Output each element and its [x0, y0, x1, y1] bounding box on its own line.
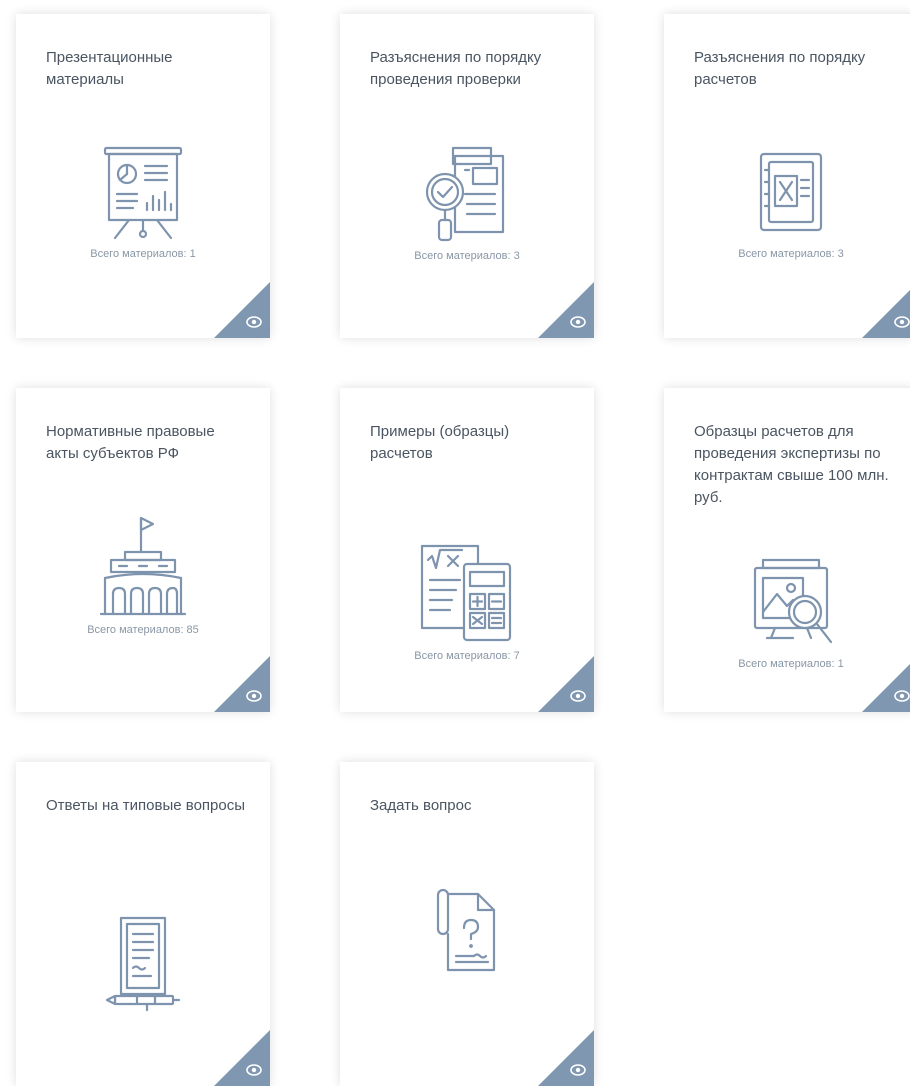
- view-corner-button[interactable]: [214, 282, 270, 338]
- image-magnifier-icon: [664, 556, 910, 652]
- formula-calculator-icon: [340, 542, 594, 644]
- card-title: Презентационные материалы: [46, 49, 173, 88]
- materials-count: Всего материалов: 85: [87, 624, 199, 636]
- card-calculation-examples[interactable]: Примеры (образцы) расчетов Всего материа…: [340, 388, 594, 712]
- card-ask-question[interactable]: Задать вопрос: [340, 762, 594, 1086]
- question-scroll-icon: [340, 884, 594, 980]
- document-pen-icon: [16, 914, 270, 1014]
- card-title: Нормативные правовые акты субъектов РФ: [46, 423, 215, 462]
- government-building-flag-icon: [16, 512, 270, 622]
- document-magnifier-check-icon: [340, 144, 594, 248]
- view-corner-button[interactable]: [862, 656, 910, 712]
- materials-count: Всего материалов: 3: [414, 250, 520, 262]
- card-presentation-materials[interactable]: Презентационные материалы Всего материал…: [16, 14, 270, 338]
- card-title: Образцы расчетов для проведения эксперти…: [694, 423, 889, 506]
- view-corner-button[interactable]: [538, 656, 594, 712]
- presentation-board-icon: [16, 142, 270, 242]
- card-inspection-procedure-explanations[interactable]: Разъяснения по порядку проведения провер…: [340, 14, 594, 338]
- view-corner-button[interactable]: [538, 1030, 594, 1086]
- view-corner-button[interactable]: [214, 1030, 270, 1086]
- card-title: Разъяснения по порядку расчетов: [694, 49, 866, 88]
- materials-count: Всего материалов: 3: [738, 248, 844, 260]
- card-title: Разъяснения по порядку проведения провер…: [370, 49, 542, 88]
- card-title: Задать вопрос: [370, 797, 472, 814]
- card-calculation-procedure-explanations[interactable]: Разъяснения по порядку расчетов Всего ма…: [664, 14, 910, 338]
- card-expertise-calculation-samples[interactable]: Образцы расчетов для проведения эксперти…: [664, 388, 910, 712]
- view-corner-button[interactable]: [214, 656, 270, 712]
- view-corner-button[interactable]: [862, 282, 910, 338]
- excel-file-icon: [664, 150, 910, 234]
- card-title: Ответы на типовые вопросы: [46, 797, 245, 814]
- card-typical-questions-answers[interactable]: Ответы на типовые вопросы: [16, 762, 270, 1086]
- card-regional-legal-acts[interactable]: Нормативные правовые акты субъектов РФ В…: [16, 388, 270, 712]
- materials-count: Всего материалов: 1: [90, 248, 196, 260]
- view-corner-button[interactable]: [538, 282, 594, 338]
- card-title: Примеры (образцы) расчетов: [370, 423, 510, 462]
